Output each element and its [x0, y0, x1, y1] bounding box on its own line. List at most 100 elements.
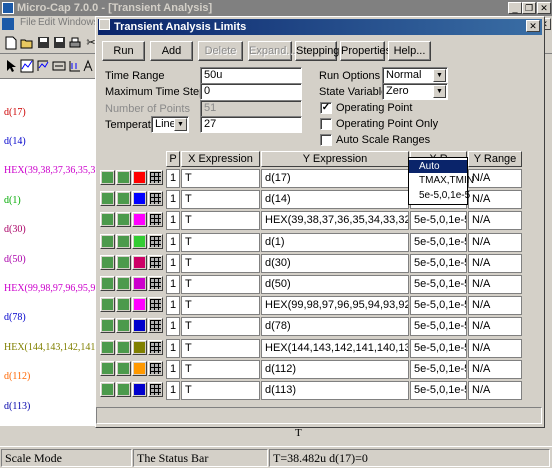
- curve-color-swatch[interactable]: [132, 297, 147, 313]
- x-expression-cell[interactable]: T: [181, 232, 260, 252]
- dialog-close-button[interactable]: ✕: [526, 20, 540, 32]
- x-range-cell[interactable]: 5e-5,0,1e-5: [410, 253, 467, 273]
- table-row[interactable]: 1 Td(17) N/A: [98, 168, 542, 189]
- select-arrow-icon[interactable]: [4, 59, 18, 73]
- save-all-icon[interactable]: [52, 36, 66, 50]
- curve-color-swatch[interactable]: [132, 191, 147, 207]
- y-range-cell[interactable]: N/A: [468, 169, 522, 188]
- color-swatch-2[interactable]: [116, 233, 131, 249]
- temperature-mode-select[interactable]: Linear ▼: [151, 116, 189, 133]
- curve-color-swatch[interactable]: [132, 170, 147, 185]
- color-swatch-1[interactable]: [100, 318, 115, 334]
- plot-group-cell[interactable]: 1: [166, 381, 180, 400]
- x-range-cell[interactable]: 5e-5,0,1e-5: [410, 381, 467, 400]
- plot-group-cell[interactable]: 1: [166, 275, 180, 294]
- color-swatch-2[interactable]: [116, 318, 131, 334]
- pattern-swatch[interactable]: [148, 233, 163, 249]
- y-range-cell[interactable]: N/A: [468, 232, 522, 252]
- table-row[interactable]: 1 Td(30) 5e-5,0,1e-5 N/A: [98, 253, 542, 274]
- x-expression-cell[interactable]: T: [181, 211, 260, 231]
- x-range-cell[interactable]: 5e-5,0,1e-5: [410, 275, 467, 294]
- delete-button[interactable]: Delete: [198, 41, 243, 61]
- menu-windows[interactable]: Windows: [58, 17, 99, 28]
- y-expression-cell[interactable]: HEX(39,38,37,36,35,34,33,32,29,28,27,26,: [261, 211, 409, 231]
- column-header-x-expression[interactable]: X Expression: [181, 151, 260, 167]
- color-swatch-2[interactable]: [116, 191, 131, 207]
- x-range-cell[interactable]: 5e-5,0,1e-5: [410, 232, 467, 252]
- color-swatch-1[interactable]: [100, 233, 115, 249]
- point-tag-icon[interactable]: [52, 59, 66, 73]
- dropdown-option-auto[interactable]: Auto: [409, 160, 467, 173]
- y-expression-cell[interactable]: d(112): [261, 359, 409, 379]
- restore-button[interactable]: ❐: [522, 2, 536, 14]
- column-header-y-expression[interactable]: Y Expression: [261, 151, 409, 167]
- pattern-swatch[interactable]: [148, 254, 163, 270]
- scale-tool-icon[interactable]: [20, 59, 34, 73]
- operating-point-checkbox[interactable]: ✓: [320, 102, 332, 114]
- y-range-cell[interactable]: N/A: [468, 296, 522, 316]
- table-row[interactable]: 1 Td(113) 5e-5,0,1e-5 N/A: [98, 380, 542, 401]
- color-swatch-1[interactable]: [100, 339, 115, 355]
- curve-color-swatch[interactable]: [132, 254, 147, 270]
- curve-color-swatch[interactable]: [132, 360, 147, 376]
- plot-group-cell[interactable]: 1: [166, 253, 180, 273]
- menu-edit[interactable]: Edit: [38, 17, 55, 28]
- y-range-cell[interactable]: N/A: [468, 190, 522, 210]
- x-range-cell[interactable]: 5e-5,0,1e-5: [410, 296, 467, 316]
- y-range-cell[interactable]: N/A: [468, 338, 522, 358]
- pattern-swatch[interactable]: [148, 297, 163, 313]
- time-range-input[interactable]: 50u: [200, 67, 302, 84]
- color-swatch-1[interactable]: [100, 191, 115, 207]
- x-expression-cell[interactable]: T: [181, 253, 260, 273]
- minimize-button[interactable]: _: [508, 2, 522, 14]
- color-swatch-2[interactable]: [116, 297, 131, 313]
- dropdown-option-range[interactable]: 5e-5,0,1e-5: [409, 189, 470, 202]
- y-expression-cell[interactable]: HEX(144,143,142,141,140,139,138,137,136: [261, 338, 409, 358]
- color-swatch-2[interactable]: [116, 360, 131, 376]
- plot-group-cell[interactable]: 1: [166, 169, 180, 188]
- horizontal-tag-icon[interactable]: [68, 59, 82, 73]
- help-button[interactable]: Help...: [388, 41, 431, 61]
- expand-button[interactable]: Expand...: [248, 41, 295, 61]
- column-header-y-range[interactable]: Y Range: [468, 151, 522, 167]
- plot-area[interactable]: d(17) d(14) HEX(39,38,37,36,35,34,33 d(1…: [0, 78, 95, 430]
- x-range-cell[interactable]: 5e-5,0,1e-5: [410, 359, 467, 379]
- cursor-tool-icon[interactable]: [36, 59, 50, 73]
- table-row[interactable]: 1THEX(144,143,142,141,140,139,138,137,13…: [98, 338, 542, 359]
- app-icon[interactable]: [2, 2, 14, 14]
- plot-group-cell[interactable]: 1: [166, 317, 180, 337]
- add-button[interactable]: Add: [150, 41, 193, 61]
- x-range-cell[interactable]: 5e-5,0,1e-5: [410, 317, 467, 337]
- table-row[interactable]: 1 Td(78) 5e-5,0,1e-5 N/A: [98, 316, 542, 337]
- plot-group-cell[interactable]: 1: [166, 190, 180, 210]
- temperature-input[interactable]: 27: [200, 116, 302, 133]
- close-button[interactable]: ✕: [537, 2, 551, 14]
- table-row[interactable]: 1THEX(99,98,97,96,95,94,93,92,59,58,57,5…: [98, 295, 542, 316]
- x-range-dropdown-list[interactable]: Auto TMAX,TMIN 5e-5,0,1e-5: [408, 157, 474, 205]
- x-expression-cell[interactable]: T: [181, 296, 260, 316]
- dialog-title-bar[interactable]: Transient Analysis Limits: [98, 19, 542, 35]
- y-expression-cell[interactable]: d(78): [261, 317, 409, 337]
- dropdown-option-tmax-tmin[interactable]: TMAX,TMIN: [409, 174, 474, 187]
- pattern-swatch[interactable]: [148, 339, 163, 355]
- x-expression-cell[interactable]: T: [181, 338, 260, 358]
- table-row[interactable]: 1 Td(50) 5e-5,0,1e-5 N/A: [98, 274, 542, 295]
- y-range-cell[interactable]: N/A: [468, 317, 522, 337]
- curve-color-swatch[interactable]: [132, 318, 147, 334]
- horizontal-scrollbar[interactable]: [96, 407, 542, 424]
- color-swatch-2[interactable]: [116, 382, 131, 397]
- curve-color-swatch[interactable]: [132, 212, 147, 228]
- y-range-cell[interactable]: N/A: [468, 211, 522, 231]
- menu-file[interactable]: File: [20, 17, 36, 28]
- color-swatch-2[interactable]: [116, 276, 131, 291]
- color-swatch-2[interactable]: [116, 339, 131, 355]
- y-range-cell[interactable]: N/A: [468, 359, 522, 379]
- pattern-swatch[interactable]: [148, 212, 163, 228]
- pattern-swatch[interactable]: [148, 360, 163, 376]
- x-expression-cell[interactable]: T: [181, 190, 260, 210]
- table-row[interactable]: 1THEX(39,38,37,36,35,34,33,32,29,28,27,2…: [98, 210, 542, 231]
- y-expression-cell[interactable]: d(113): [261, 381, 409, 400]
- plot-group-cell[interactable]: 1: [166, 338, 180, 358]
- column-header-p[interactable]: P: [166, 151, 180, 167]
- save-icon[interactable]: [36, 36, 50, 50]
